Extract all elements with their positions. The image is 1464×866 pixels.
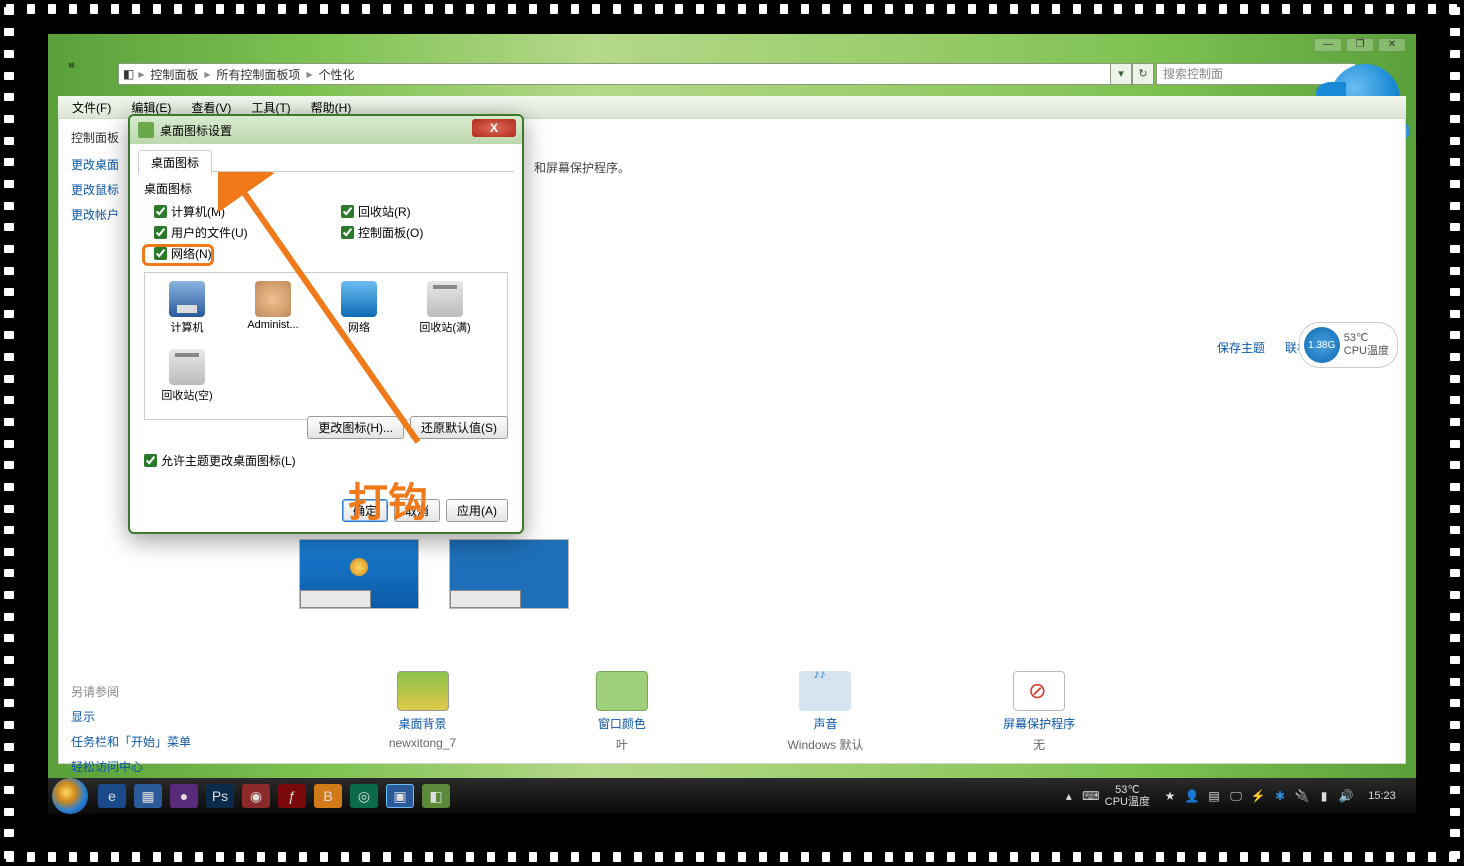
option-window-color[interactable]: 窗口颜色 叶 xyxy=(596,671,648,753)
option-desktop-background[interactable]: 桌面背景 newxitong_7 xyxy=(389,671,456,753)
film-sprockets-bottom xyxy=(0,848,1464,866)
taskbar-flash-icon[interactable]: ƒ xyxy=(278,784,306,808)
taskbar: e ▦ ● Ps ◉ ƒ B ◎ ▣ ◧ ▴ ⌨ 53℃ CPU温度 ★ 👤 ▤… xyxy=(48,778,1416,814)
tray-icon-0[interactable]: ★ xyxy=(1162,788,1178,804)
taskbar-ie-icon[interactable]: e xyxy=(98,784,126,808)
checkbox-computer[interactable]: 计算机(M) xyxy=(154,203,321,220)
tray-icon-4[interactable]: ⚡ xyxy=(1250,788,1266,804)
desktop-screen: — ❐ ✕ ◧ ▸ 控制面板 ▸ 所有控制面板项 ▸ 个性化 ▾ ↻ 搜索控制面… xyxy=(48,34,1416,814)
taskbar-media-icon[interactable]: ◉ xyxy=(242,784,270,808)
option-sound-title: 声音 xyxy=(813,715,837,732)
tray-volume-icon[interactable]: 🔊 xyxy=(1338,788,1354,804)
ok-button[interactable]: 确定 xyxy=(342,499,388,522)
dialog-close-button[interactable]: X xyxy=(472,119,516,137)
window-chrome: — ❐ ✕ xyxy=(48,34,1416,56)
sound-icon xyxy=(799,671,851,711)
tray-icon-1[interactable]: 👤 xyxy=(1184,788,1200,804)
option-color-sub: 叶 xyxy=(616,736,628,753)
window-color-icon xyxy=(596,671,648,711)
cancel-button[interactable]: 取消 xyxy=(394,499,440,522)
tray-clock[interactable]: 15:23 xyxy=(1360,790,1404,802)
tray-icon-3[interactable]: 🖵 xyxy=(1228,788,1244,804)
preview-admin[interactable]: Administ... xyxy=(239,281,307,343)
option-screensaver[interactable]: 屏幕保护程序 无 xyxy=(1003,671,1075,753)
icon-preview-list: 计算机 Administ... 网络 回收站(满) 回收站(空) xyxy=(144,272,508,420)
breadcrumb-root-icon: ◧ xyxy=(119,67,138,81)
tray-power-icon[interactable]: 🔌 xyxy=(1294,788,1310,804)
checkbox-user-files[interactable]: 用户的文件(U) xyxy=(154,224,321,241)
breadcrumb-item-1[interactable]: 所有控制面板项 xyxy=(210,66,306,83)
window-minimize-button[interactable]: — xyxy=(1314,38,1342,52)
tray-keyboard-icon[interactable]: ⌨ xyxy=(1083,788,1099,804)
tray-network-icon[interactable]: ▮ xyxy=(1316,788,1332,804)
checkbox-control-panel[interactable]: 控制面板(O) xyxy=(341,224,508,241)
tray-temp-value: 53℃ xyxy=(1105,784,1150,796)
option-saver-title: 屏幕保护程序 xyxy=(1003,715,1075,732)
tray-show-hidden-icon[interactable]: ▴ xyxy=(1061,788,1077,804)
taskbar-b-icon[interactable]: B xyxy=(314,784,342,808)
preview-recycle-full[interactable]: 回收站(满) xyxy=(411,281,479,343)
film-sprockets-left xyxy=(0,0,18,866)
checkbox-network[interactable]: 网络(N) xyxy=(154,245,321,262)
window-maximize-button[interactable]: ❐ xyxy=(1346,38,1374,52)
tray-bluetooth-icon[interactable]: ✱ xyxy=(1272,788,1288,804)
dialog-title: 桌面图标设置 xyxy=(160,122,232,139)
breadcrumb-item-0[interactable]: 控制面板 xyxy=(144,66,204,83)
desktop-icon-settings-dialog: 桌面图标设置 X 桌面图标 桌面图标 计算机(M) 回收站(R) 用户的文件(U… xyxy=(128,114,524,534)
dialog-title-icon xyxy=(138,122,154,138)
system-tray: ▴ ⌨ 53℃ CPU温度 ★ 👤 ▤ 🖵 ⚡ ✱ 🔌 ▮ 🔊 15:23 xyxy=(1061,784,1412,808)
temp-gauge-value: 1.38G xyxy=(1304,327,1340,363)
option-sound[interactable]: 声音 Windows 默认 xyxy=(787,671,863,753)
tab-desktop-icons[interactable]: 桌面图标 xyxy=(138,150,212,175)
option-color-title: 窗口颜色 xyxy=(598,715,646,732)
checkbox-allow-themes[interactable]: 允许主题更改桌面图标(L) xyxy=(144,452,296,469)
group-title: 桌面图标 xyxy=(144,180,508,197)
apply-button[interactable]: 应用(A) xyxy=(446,499,508,522)
preview-network[interactable]: 网络 xyxy=(325,281,393,343)
option-bg-title: 桌面背景 xyxy=(399,715,447,732)
preview-computer[interactable]: 计算机 xyxy=(153,281,221,343)
content-hint-text: 和屏幕保护程序。 xyxy=(534,159,630,176)
save-theme-link[interactable]: 保存主题 xyxy=(1217,339,1265,356)
temp-gauge-widget[interactable]: 1.38G 53℃ CPU温度 xyxy=(1299,322,1398,368)
breadcrumb-item-2[interactable]: 个性化 xyxy=(312,66,360,83)
dialog-titlebar[interactable]: 桌面图标设置 X xyxy=(130,116,522,144)
taskbar-projector-icon[interactable]: ▣ xyxy=(386,784,414,808)
option-sound-sub: Windows 默认 xyxy=(787,736,863,753)
see-also-link-2[interactable]: 轻松访问中心 xyxy=(71,758,241,775)
taskbar-globe-icon[interactable]: ● xyxy=(170,784,198,808)
address-dropdown-button[interactable]: ▾ xyxy=(1110,63,1132,85)
option-bg-sub: newxitong_7 xyxy=(389,736,456,750)
option-saver-sub: 无 xyxy=(1033,736,1045,753)
taskbar-palette-icon[interactable]: ◧ xyxy=(422,784,450,808)
dialog-tabs: 桌面图标 xyxy=(138,150,514,172)
change-icon-button[interactable]: 更改图标(H)... xyxy=(307,416,404,439)
address-refresh-button[interactable]: ↻ xyxy=(1132,63,1154,85)
theme-thumb-0[interactable] xyxy=(299,539,419,609)
taskbar-o-icon[interactable]: ◎ xyxy=(350,784,378,808)
film-sprockets-top xyxy=(0,0,1464,18)
address-bar[interactable]: ◧ ▸ 控制面板 ▸ 所有控制面板项 ▸ 个性化 xyxy=(118,63,1136,85)
screensaver-icon xyxy=(1013,671,1065,711)
checkbox-recycle-bin[interactable]: 回收站(R) xyxy=(341,203,508,220)
window-close-button[interactable]: ✕ xyxy=(1378,38,1406,52)
taskbar-photoshop-icon[interactable]: Ps xyxy=(206,784,234,808)
tray-temp-label: CPU温度 xyxy=(1105,796,1150,808)
taskbar-app1-icon[interactable]: ▦ xyxy=(134,784,162,808)
temp-gauge-temp: 53℃ xyxy=(1344,332,1389,345)
film-sprockets-right xyxy=(1446,0,1464,866)
menu-file[interactable]: 文件(F) xyxy=(64,97,119,118)
start-button[interactable] xyxy=(52,778,88,814)
restore-defaults-button[interactable]: 还原默认值(S) xyxy=(410,416,508,439)
preview-recycle-empty[interactable]: 回收站(空) xyxy=(153,349,221,411)
desktop-background-icon xyxy=(397,671,449,711)
tray-icon-2[interactable]: ▤ xyxy=(1206,788,1222,804)
theme-thumb-1[interactable] xyxy=(449,539,569,609)
temp-gauge-label: CPU温度 xyxy=(1344,345,1389,358)
